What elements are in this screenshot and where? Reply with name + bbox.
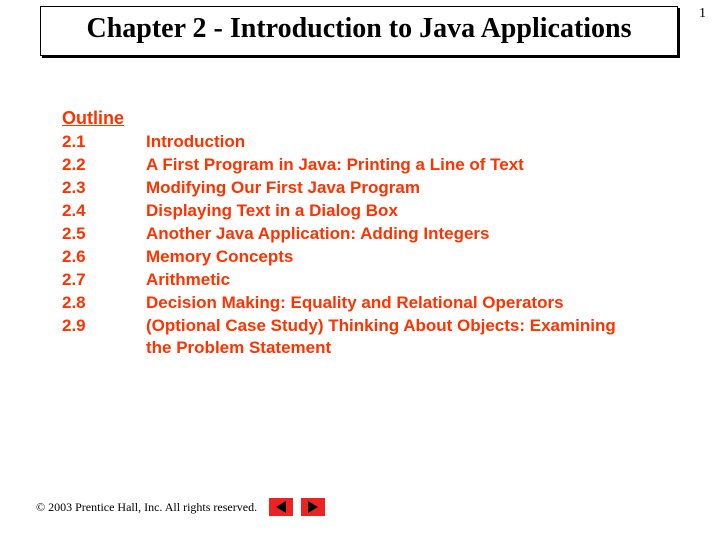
outline-row: 2.6 Memory Concepts <box>62 246 642 269</box>
outline-row: 2.5 Another Java Application: Adding Int… <box>62 223 642 246</box>
nav-buttons <box>269 498 325 516</box>
triangle-left-icon <box>276 501 286 513</box>
outline-text: (Optional Case Study) Thinking About Obj… <box>146 315 642 361</box>
title-box: Chapter 2 - Introduction to Java Applica… <box>40 6 678 56</box>
outline-text: Arithmetic <box>146 269 642 292</box>
outline-heading: Outline <box>62 108 642 129</box>
outline-num: 2.9 <box>62 315 146 361</box>
outline-text: Decision Making: Equality and Relational… <box>146 292 642 315</box>
outline-row: 2.4 Displaying Text in a Dialog Box <box>62 200 642 223</box>
outline-text: A First Program in Java: Printing a Line… <box>146 154 642 177</box>
page-number: 1 <box>699 6 706 22</box>
outline-text: Introduction <box>146 131 642 154</box>
outline-num: 2.3 <box>62 177 146 200</box>
prev-button[interactable] <box>269 498 293 516</box>
outline-num: 2.7 <box>62 269 146 292</box>
outline-row: 2.3 Modifying Our First Java Program <box>62 177 642 200</box>
outline-text: Modifying Our First Java Program <box>146 177 642 200</box>
next-button[interactable] <box>301 498 325 516</box>
outline-num: 2.8 <box>62 292 146 315</box>
outline-row: 2.9 (Optional Case Study) Thinking About… <box>62 315 642 361</box>
outline-items: 2.1 Introduction 2.2 A First Program in … <box>62 131 642 360</box>
chapter-title: Chapter 2 - Introduction to Java Applica… <box>51 13 667 45</box>
outline-text: Another Java Application: Adding Integer… <box>146 223 642 246</box>
outline-num: 2.1 <box>62 131 146 154</box>
outline-num: 2.4 <box>62 200 146 223</box>
outline-row: 2.1 Introduction <box>62 131 642 154</box>
outline-num: 2.2 <box>62 154 146 177</box>
triangle-right-icon <box>308 501 318 513</box>
outline-text: Displaying Text in a Dialog Box <box>146 200 642 223</box>
outline-row: 2.2 A First Program in Java: Printing a … <box>62 154 642 177</box>
outline-num: 2.6 <box>62 246 146 269</box>
outline-num: 2.5 <box>62 223 146 246</box>
slide: 1 Chapter 2 - Introduction to Java Appli… <box>0 0 720 540</box>
copyright-text: © 2003 Prentice Hall, Inc. All rights re… <box>36 500 257 515</box>
outline-row: 2.7 Arithmetic <box>62 269 642 292</box>
footer: © 2003 Prentice Hall, Inc. All rights re… <box>36 498 684 516</box>
outline: Outline 2.1 Introduction 2.2 A First Pro… <box>62 108 642 360</box>
outline-row: 2.8 Decision Making: Equality and Relati… <box>62 292 642 315</box>
outline-text: Memory Concepts <box>146 246 642 269</box>
